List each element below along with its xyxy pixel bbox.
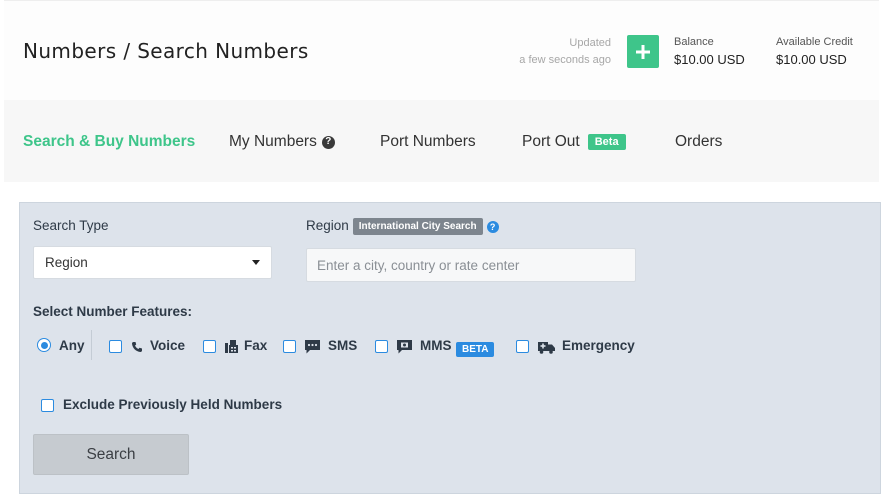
radio-dot xyxy=(40,341,48,349)
voice-checkbox[interactable] xyxy=(109,340,122,353)
features-label: Select Number Features: xyxy=(33,304,193,319)
mms-label: MMS xyxy=(420,338,452,353)
exclude-held-checkbox[interactable] xyxy=(41,399,54,412)
plus-icon xyxy=(636,44,650,59)
exclude-held-label: Exclude Previously Held Numbers xyxy=(63,397,283,412)
voice-label: Voice xyxy=(150,338,186,353)
tab-label: Port Out xyxy=(522,133,580,150)
search-button[interactable]: Search xyxy=(33,434,189,475)
updated-status: Updated a few seconds ago xyxy=(519,35,611,69)
sms-icon xyxy=(305,340,320,354)
mms-beta-badge: BETA xyxy=(456,342,495,357)
tab-search-buy-numbers[interactable]: Search & Buy Numbers xyxy=(23,133,195,151)
search-type-select[interactable]: Region xyxy=(33,246,272,279)
search-type-value: Region xyxy=(45,255,88,270)
any-label: Any xyxy=(59,338,85,353)
tab-label: Search & Buy Numbers xyxy=(23,133,196,150)
region-label-group: Region International City Search? xyxy=(306,218,499,235)
question-circle-icon[interactable]: ? xyxy=(321,135,335,149)
balance-stat: Balance $10.00 USD xyxy=(674,34,745,69)
tab-orders[interactable]: Orders xyxy=(675,133,722,151)
mms-checkbox[interactable] xyxy=(375,340,388,353)
page: Numbers / Search Numbers Updated a few s… xyxy=(0,0,883,496)
tab-port-out[interactable]: Port Out Beta xyxy=(522,133,626,151)
phone-icon xyxy=(131,340,143,354)
fax-checkbox[interactable] xyxy=(203,340,216,353)
credit-stat: Available Credit $10.00 USD xyxy=(776,34,853,69)
add-funds-button[interactable] xyxy=(627,35,659,68)
divider xyxy=(91,330,92,360)
updated-time: a few seconds ago xyxy=(519,54,611,66)
any-radio[interactable] xyxy=(37,338,51,352)
features-row: Any Voice Fax SMS MMS BETA Emergency xyxy=(33,330,873,360)
international-city-search-badge: International City Search xyxy=(352,218,483,235)
help-circle-icon[interactable]: ? xyxy=(486,221,499,233)
search-type-label: Search Type xyxy=(33,218,109,233)
credit-value: $10.00 USD xyxy=(776,52,847,67)
updated-label: Updated xyxy=(569,37,611,49)
emergency-label: Emergency xyxy=(562,338,635,353)
credit-label: Available Credit xyxy=(776,36,853,48)
ambulance-icon xyxy=(538,340,555,354)
tab-my-numbers[interactable]: My Numbers ? xyxy=(229,133,335,151)
tab-port-numbers[interactable]: Port Numbers xyxy=(380,133,476,151)
emergency-checkbox[interactable] xyxy=(516,340,529,353)
fax-label: Fax xyxy=(244,338,268,353)
sms-checkbox[interactable] xyxy=(283,340,296,353)
balance-value: $10.00 USD xyxy=(674,52,745,67)
caret-down-icon xyxy=(252,260,260,265)
tab-label: My Numbers xyxy=(229,133,317,150)
fax-icon xyxy=(225,340,238,354)
tab-bar: Search & Buy Numbers My Numbers ? Port N… xyxy=(4,100,879,182)
balance-label: Balance xyxy=(674,36,714,48)
region-label: Region xyxy=(306,218,349,233)
tab-label: Port Numbers xyxy=(380,133,476,150)
search-panel: Search Type Region Region International C… xyxy=(19,202,881,494)
page-title: Numbers / Search Numbers xyxy=(23,39,309,63)
beta-badge: Beta xyxy=(587,134,626,150)
region-input[interactable] xyxy=(306,248,636,282)
mms-icon xyxy=(397,340,412,354)
sms-label: SMS xyxy=(328,338,358,353)
page-header: Numbers / Search Numbers Updated a few s… xyxy=(4,0,879,100)
tab-label: Orders xyxy=(675,133,723,150)
